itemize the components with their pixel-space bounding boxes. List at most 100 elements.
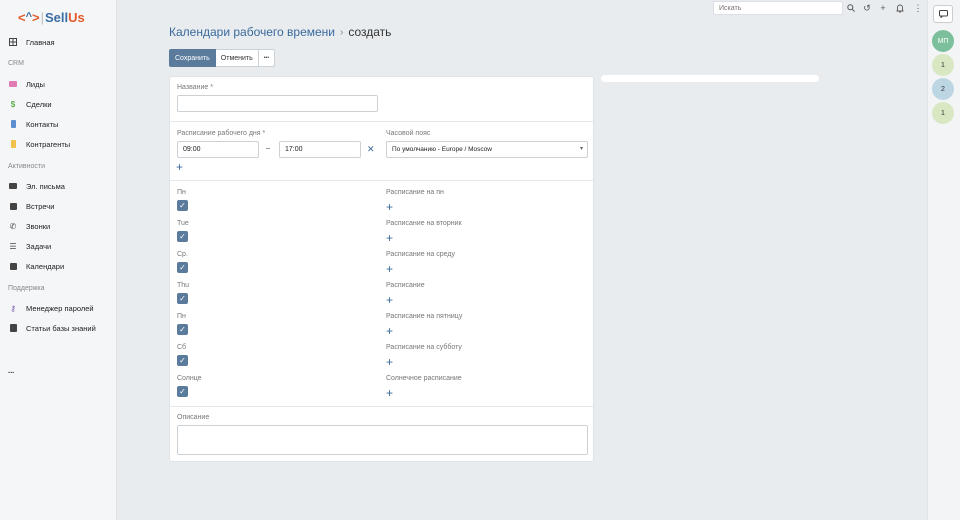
day-checkbox[interactable]: ✓: [177, 200, 188, 211]
sidebar-item-label: Встречи: [26, 201, 55, 211]
section-support: Поддержка: [8, 285, 45, 292]
page-title: создать: [348, 25, 392, 39]
day-schedule-label: Солнечное расписание: [386, 375, 462, 382]
day-schedule-label: Расписание на пятницу: [386, 313, 463, 320]
badge[interactable]: 2: [932, 78, 954, 100]
time-to-input[interactable]: 17:00: [279, 141, 361, 158]
day-schedule-label: Расписание на субботу: [386, 344, 462, 351]
search-input[interactable]: [713, 1, 843, 15]
day-checkbox[interactable]: ✓: [177, 262, 188, 273]
sidebar-more-button[interactable]: ...: [0, 362, 117, 378]
name-input[interactable]: [177, 95, 378, 112]
day-label: Thu: [177, 282, 190, 289]
sidebar-item-label: Лиды: [26, 79, 45, 89]
bookmark-icon: [8, 139, 18, 149]
kebab-menu-icon[interactable]: ⋮: [912, 2, 924, 14]
day-checkbox[interactable]: ✓: [177, 386, 188, 397]
tasks-icon: ☰: [9, 241, 17, 251]
sidebar-item-emails[interactable]: Эл. письма: [0, 178, 117, 194]
logo[interactable]: < ^ > | Sell Us: [18, 8, 85, 26]
add-day-schedule-button[interactable]: +: [386, 232, 393, 244]
timezone-value: По умолчанию - Europe / Moscow: [392, 146, 492, 153]
sidebar-item-accounts[interactable]: Контрагенты: [0, 136, 117, 152]
envelope-icon: [8, 181, 18, 191]
sidebar-item-calendars[interactable]: Календари: [0, 258, 117, 274]
description-textarea[interactable]: [177, 425, 588, 455]
badge[interactable]: 1: [932, 102, 954, 124]
sidebar-item-label: Звонки: [26, 221, 51, 231]
plus-icon[interactable]: +: [877, 2, 889, 14]
day-schedule-label: Расписание: [386, 282, 425, 289]
sidebar-item-leads[interactable]: Лиды: [0, 76, 117, 92]
id-card-icon: [8, 79, 18, 89]
chat-icon[interactable]: [933, 5, 953, 23]
time-from-input[interactable]: 09:00: [177, 141, 259, 158]
book-icon: [8, 323, 18, 333]
timezone-select[interactable]: По умолчанию - Europe / Moscow ▾: [386, 141, 588, 158]
logo-bracket: >: [32, 9, 40, 25]
sidebar: < ^ > | Sell Us Главная CRM Лиды $ Сделки Кон…: [0, 0, 117, 520]
divider: [170, 121, 593, 122]
day-label: Пн: [177, 313, 186, 320]
day-label: Пн: [177, 189, 186, 196]
section-crm: CRM: [8, 60, 24, 67]
logo-divider: |: [40, 9, 45, 25]
sidebar-item-label: Контакты: [26, 119, 59, 129]
day-label: Tue: [177, 220, 189, 227]
sidebar-item-label: Эл. письма: [26, 181, 65, 191]
sidebar-item-calls[interactable]: ✆ Звонки: [0, 218, 117, 234]
more-actions-button[interactable]: •••: [258, 49, 276, 67]
divider: [170, 406, 593, 407]
history-icon[interactable]: ↺: [861, 2, 873, 14]
save-button[interactable]: Сохранить: [169, 49, 216, 67]
add-day-schedule-button[interactable]: +: [386, 294, 393, 306]
day-label: Ср.: [177, 251, 188, 258]
logo-bracket: <: [18, 9, 26, 25]
time-dash: –: [266, 145, 270, 152]
sidebar-item-meetings[interactable]: Встречи: [0, 198, 117, 214]
key-icon: ⚷: [10, 303, 16, 313]
form-card: Название * Расписание рабочего дня * 09:…: [169, 76, 594, 462]
bell-icon[interactable]: [894, 2, 906, 14]
sidebar-item-home[interactable]: Главная: [0, 34, 117, 50]
sidebar-item-deals[interactable]: $ Сделки: [0, 96, 117, 112]
schedule-label: Расписание рабочего дня *: [177, 130, 266, 137]
right-panel: МП 1 2 1: [927, 0, 960, 520]
add-day-schedule-button[interactable]: +: [386, 387, 393, 399]
sidebar-item-tasks[interactable]: ☰ Задачи: [0, 238, 117, 254]
breadcrumb-separator: ›: [340, 26, 344, 38]
add-day-schedule-button[interactable]: +: [386, 325, 393, 337]
day-checkbox[interactable]: ✓: [177, 293, 188, 304]
grid-icon: [8, 37, 18, 47]
day-checkbox[interactable]: ✓: [177, 324, 188, 335]
calendar-icon: [8, 201, 18, 211]
add-day-schedule-button[interactable]: +: [386, 356, 393, 368]
day-label: Сб: [177, 344, 187, 351]
divider: [170, 180, 593, 181]
logo-text: Sell: [45, 9, 69, 25]
add-day-schedule-button[interactable]: +: [386, 263, 393, 275]
timezone-label: Часовой пояс: [386, 130, 431, 137]
avatar[interactable]: МП: [932, 30, 954, 52]
calendar-icon: [8, 261, 18, 271]
side-panel-placeholder: [601, 75, 819, 82]
day-checkbox[interactable]: ✓: [177, 355, 188, 366]
description-label: Описание: [177, 414, 210, 421]
sidebar-item-contacts[interactable]: Контакты: [0, 116, 117, 132]
section-activities: Активности: [8, 163, 46, 170]
badge[interactable]: 1: [932, 54, 954, 76]
add-day-schedule-button[interactable]: +: [386, 201, 393, 213]
contact-book-icon: [8, 119, 18, 129]
sidebar-item-password-manager[interactable]: ⚷ Менеджер паролей: [0, 300, 117, 316]
breadcrumb: Календари рабочего времени › создать: [169, 25, 391, 39]
sidebar-item-knowledge-base[interactable]: Статьи базы знаний: [0, 320, 117, 336]
sidebar-item-label: Главная: [26, 37, 55, 47]
sidebar-item-label: Календари: [26, 261, 65, 271]
search-icon[interactable]: [845, 2, 857, 14]
breadcrumb-link[interactable]: Календари рабочего времени: [169, 25, 335, 39]
remove-time-icon[interactable]: ✕: [367, 144, 375, 155]
sidebar-item-label: Задачи: [26, 241, 52, 251]
add-time-range-button[interactable]: +: [176, 161, 183, 173]
day-checkbox[interactable]: ✓: [177, 231, 188, 242]
cancel-button[interactable]: Отменить: [215, 49, 259, 67]
